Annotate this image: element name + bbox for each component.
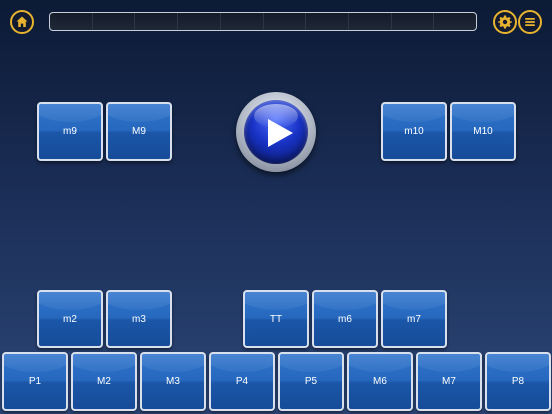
interval-button-M10[interactable]: M10 bbox=[450, 102, 516, 161]
interval-label: P4 bbox=[235, 376, 249, 387]
interval-button-m3[interactable]: m3 bbox=[106, 290, 172, 348]
progress-bar bbox=[49, 12, 477, 31]
interval-label: m9 bbox=[63, 126, 77, 137]
interval-button-P8[interactable]: P8 bbox=[485, 352, 551, 411]
interval-label: m2 bbox=[63, 313, 77, 325]
interval-button-m7[interactable]: m7 bbox=[381, 290, 447, 348]
interval-label: M3 bbox=[166, 376, 180, 387]
interval-label: M10 bbox=[473, 126, 493, 137]
interval-label: m6 bbox=[338, 313, 352, 325]
hamburger-menu-icon bbox=[525, 18, 535, 26]
interval-label: P1 bbox=[28, 376, 42, 387]
gear-icon bbox=[498, 15, 512, 29]
interval-label: m7 bbox=[407, 313, 421, 325]
interval-label: TT bbox=[269, 313, 283, 325]
interval-label: M2 bbox=[97, 376, 111, 387]
interval-button-m10[interactable]: m10 bbox=[381, 102, 447, 161]
interval-button-M9[interactable]: M9 bbox=[106, 102, 172, 161]
interval-button-M6[interactable]: M6 bbox=[347, 352, 413, 411]
interval-button-M7[interactable]: M7 bbox=[416, 352, 482, 411]
interval-label: M6 bbox=[373, 376, 387, 387]
menu-button[interactable] bbox=[518, 10, 542, 34]
play-button[interactable] bbox=[236, 92, 316, 172]
settings-button[interactable] bbox=[493, 10, 517, 34]
interval-label: M7 bbox=[442, 376, 456, 387]
interval-label: P5 bbox=[304, 376, 318, 387]
interval-button-m6[interactable]: m6 bbox=[312, 290, 378, 348]
interval-label: P8 bbox=[511, 376, 525, 387]
interval-button-m2[interactable]: m2 bbox=[37, 290, 103, 348]
interval-label: m10 bbox=[404, 126, 424, 137]
interval-button-P1[interactable]: P1 bbox=[2, 352, 68, 411]
interval-label: m3 bbox=[132, 313, 146, 325]
interval-button-M2[interactable]: M2 bbox=[71, 352, 137, 411]
interval-button-m9[interactable]: m9 bbox=[37, 102, 103, 161]
interval-label: M9 bbox=[132, 126, 146, 137]
interval-button-TT[interactable]: TT bbox=[243, 290, 309, 348]
home-button[interactable] bbox=[10, 10, 34, 34]
play-icon bbox=[268, 119, 293, 147]
interval-button-P4[interactable]: P4 bbox=[209, 352, 275, 411]
home-icon bbox=[16, 16, 28, 27]
interval-button-M3[interactable]: M3 bbox=[140, 352, 206, 411]
interval-button-P5[interactable]: P5 bbox=[278, 352, 344, 411]
